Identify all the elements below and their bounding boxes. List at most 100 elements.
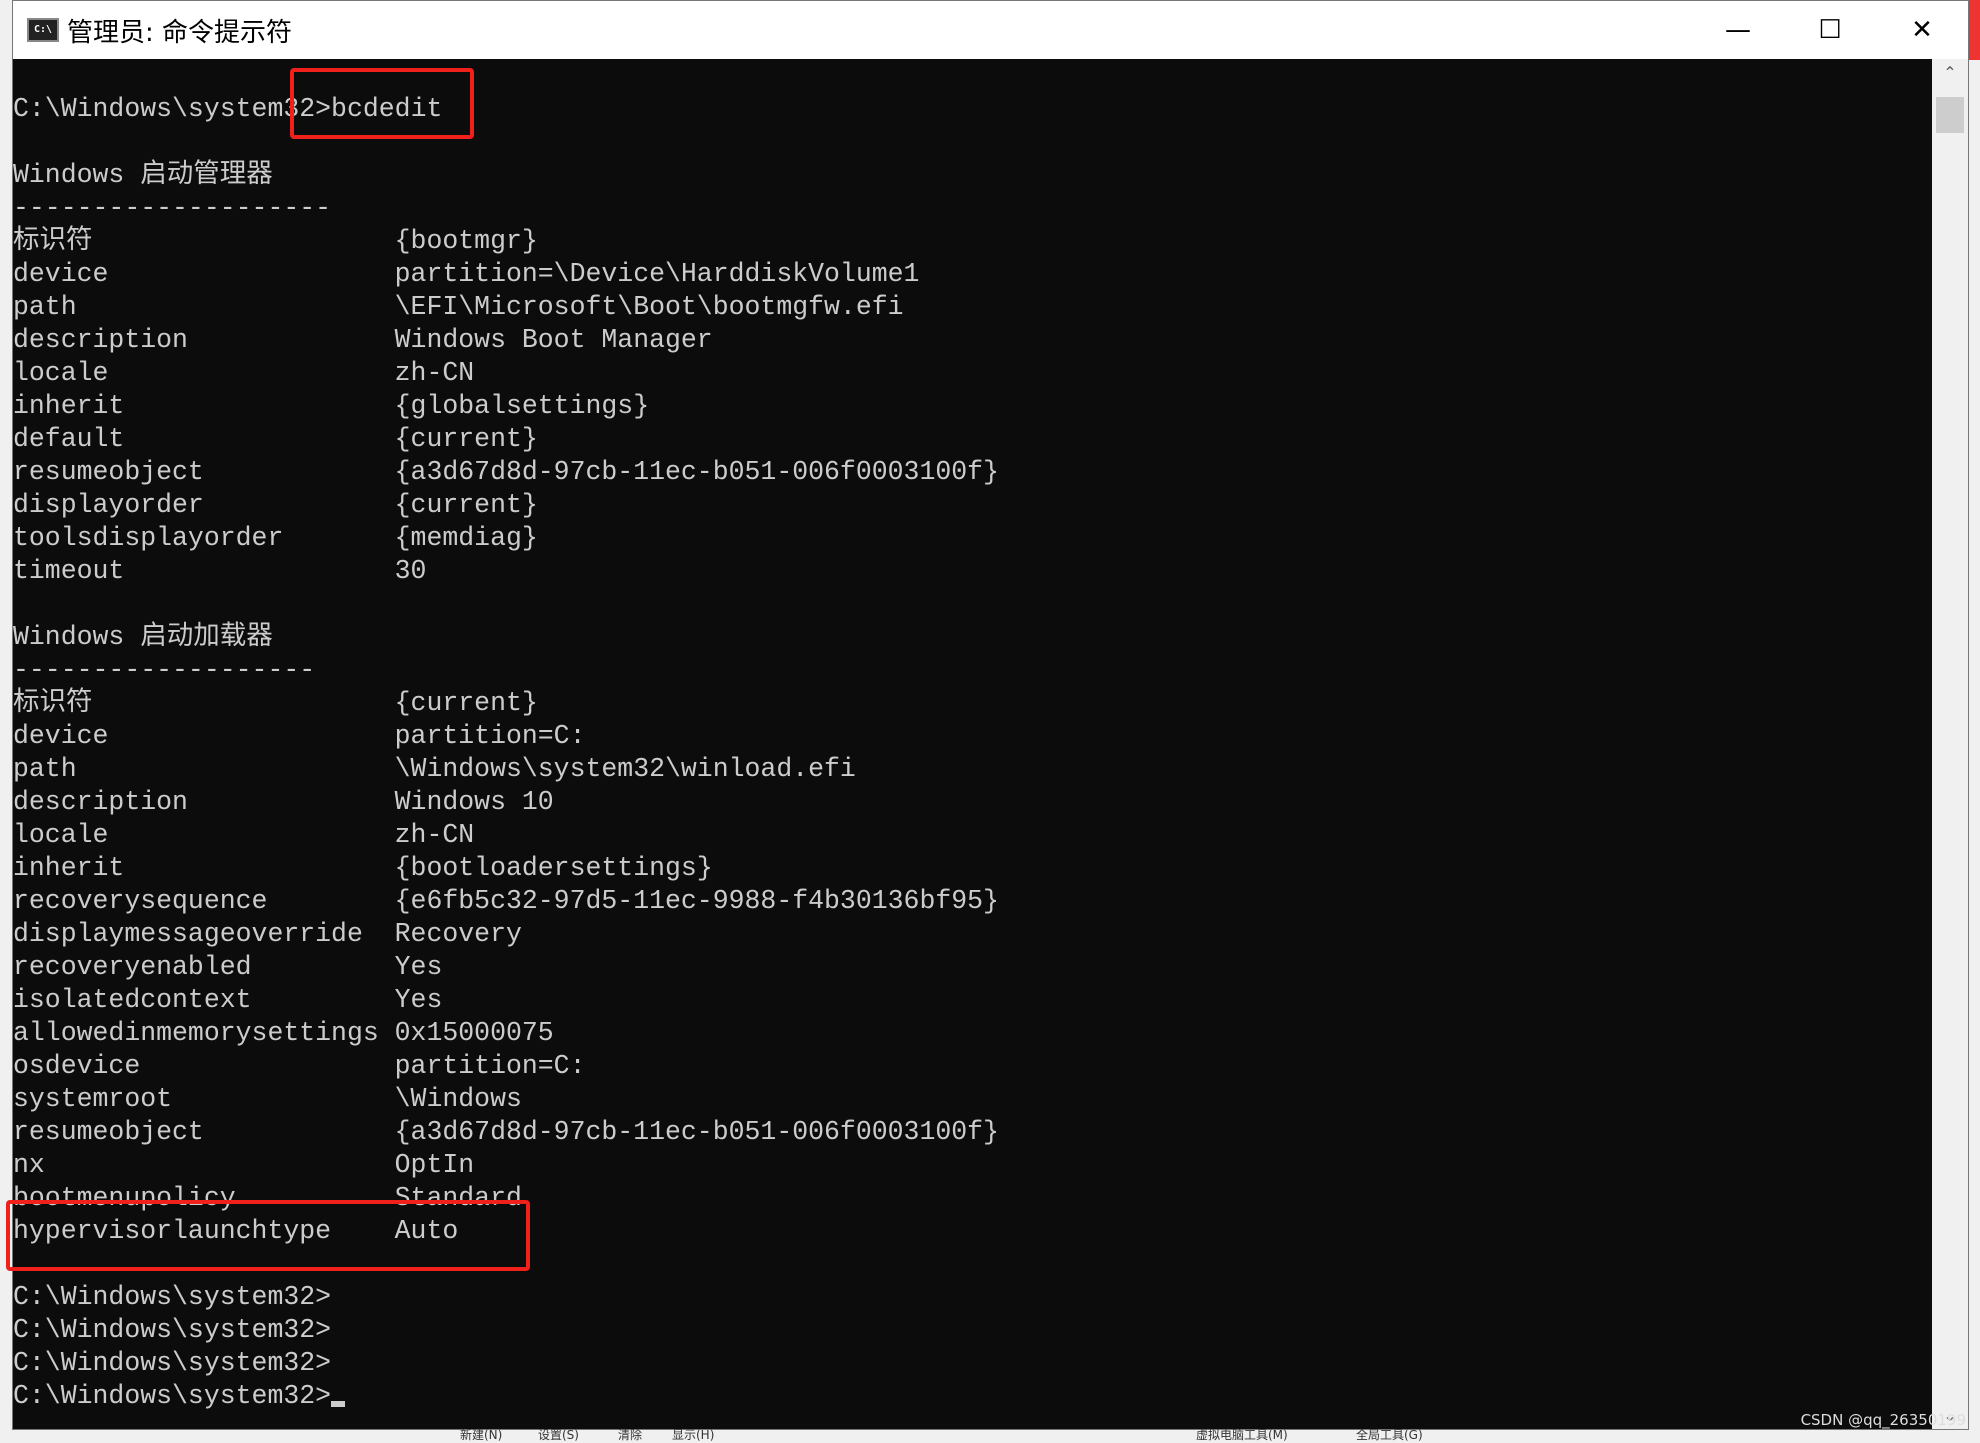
property-value: Windows Boot Manager (394, 325, 713, 355)
console-line: locale zh-CN (13, 819, 1931, 852)
console-line: osdevice partition=C: (13, 1050, 1931, 1083)
text-cursor (331, 1401, 346, 1407)
console-line: device partition=\Device\HarddiskVolume1 (13, 258, 1931, 291)
scrollbar[interactable]: ⌃ ⌄ (1932, 59, 1968, 1429)
property-value: {current} (394, 424, 538, 454)
console-line: inherit {globalsettings} (13, 390, 1931, 423)
property-value: {globalsettings} (394, 391, 650, 421)
console-line: path \Windows\system32\winload.efi (13, 753, 1931, 786)
property-value: 0x15000075 (394, 1018, 554, 1048)
property-value: \EFI\Microsoft\Boot\bootmgfw.efi (394, 292, 904, 322)
property-name: device (13, 721, 109, 751)
background-window (1968, 0, 1980, 60)
close-button[interactable]: ✕ (1876, 1, 1968, 59)
property-name: inherit (13, 391, 125, 421)
property-name: toolsdisplayorder (13, 523, 284, 553)
console-line: description Windows 10 (13, 786, 1931, 819)
property-value: Recovery (394, 919, 522, 949)
property-name: 标识符 (13, 688, 93, 718)
property-value: {bootloadersettings} (394, 853, 713, 883)
console-line: locale zh-CN (13, 357, 1931, 390)
property-name: description (13, 325, 188, 355)
console-line: systemroot \Windows (13, 1083, 1931, 1116)
property-name: device (13, 259, 109, 289)
console-line: inherit {bootloadersettings} (13, 852, 1931, 885)
property-name: timeout (13, 556, 125, 586)
property-name: allowedinmemorysettings (13, 1018, 379, 1048)
console-line: C:\Windows\system32> (13, 1380, 1931, 1413)
menu-item: 全局工具(G) (1356, 1428, 1423, 1442)
console-text: Windows 启动加载器 (13, 622, 273, 652)
property-name: systemroot (13, 1084, 173, 1114)
console-line: timeout 30 (13, 555, 1931, 588)
watermark: CSDN @qq_26350199 (1800, 1411, 1966, 1429)
console-line: C:\Windows\system32> (13, 1281, 1931, 1314)
console-line: C:\Windows\system32> (13, 1347, 1931, 1380)
console-text: C:\Windows\system32> (13, 1315, 332, 1345)
console-text: ------------------- (13, 655, 316, 685)
property-name: inherit (13, 853, 125, 883)
console-line: path \EFI\Microsoft\Boot\bootmgfw.efi (13, 291, 1931, 324)
property-name: displayorder (13, 490, 204, 520)
scroll-up-icon[interactable]: ⌃ (1932, 63, 1968, 82)
property-value: Yes (394, 985, 443, 1015)
property-name: 标识符 (13, 226, 93, 256)
property-name: recoveryenabled (13, 952, 252, 982)
maximize-button[interactable]: ☐ (1784, 1, 1876, 59)
property-value: 30 (394, 556, 427, 586)
property-value: zh-CN (394, 820, 475, 850)
minimize-button[interactable]: — (1692, 1, 1784, 59)
console-line: resumeobject {a3d67d8d-97cb-11ec-b051-006… (13, 1116, 1931, 1149)
menu-item: 虚拟电脑工具(M) (1196, 1428, 1288, 1442)
console-text: -------------------- (13, 193, 332, 223)
property-name: description (13, 787, 188, 817)
property-value: \Windows\system32\winload.efi (394, 754, 856, 784)
menu-item: 显示(H) (672, 1428, 715, 1442)
property-value: {memdiag} (394, 523, 538, 553)
console-line: allowedinmemorysettings 0x15000075 (13, 1017, 1931, 1050)
property-value: {a3d67d8d-97cb-11ec-b051-006f0003100f} (394, 457, 999, 487)
property-value: Yes (394, 952, 443, 982)
property-value: \Windows (394, 1084, 522, 1114)
console-text: C:\Windows\system32> (13, 1348, 332, 1378)
property-value: partition=\Device\HarddiskVolume1 (394, 259, 920, 289)
property-value: zh-CN (394, 358, 475, 388)
console-line: Windows 启动管理器 (13, 159, 1931, 192)
console-line: recoveryenabled Yes (13, 951, 1931, 984)
console-line: ------------------- (13, 654, 1931, 687)
console-line: isolatedcontext Yes (13, 984, 1931, 1017)
property-name: locale (13, 820, 109, 850)
console-line: description Windows Boot Manager (13, 324, 1931, 357)
property-name: osdevice (13, 1051, 141, 1081)
property-name: path (13, 754, 77, 784)
property-value: {current} (394, 490, 538, 520)
menu-item: 新建(N) (460, 1428, 503, 1442)
console-text: C:\Windows\system32> (13, 1381, 332, 1411)
property-name: recoverysequence (13, 886, 268, 916)
menu-item: 清除 (618, 1428, 643, 1442)
menu-item: 设置(S) (538, 1428, 579, 1442)
property-value: {a3d67d8d-97cb-11ec-b051-006f0003100f} (394, 1117, 999, 1147)
console-line: default {current} (13, 423, 1931, 456)
property-name: locale (13, 358, 109, 388)
property-value: {current} (394, 688, 538, 718)
window-title: 管理员: 命令提示符 (67, 17, 293, 48)
console-line: 标识符 {current} (13, 687, 1931, 720)
property-name: default (13, 424, 125, 454)
property-name: displaymessageoverride (13, 919, 363, 949)
console-line: C:\Windows\system32> (13, 1314, 1931, 1347)
scrollbar-thumb[interactable] (1936, 97, 1964, 133)
property-name: resumeobject (13, 1117, 204, 1147)
cmd-icon: C:\ (27, 18, 59, 42)
property-value: {e6fb5c32-97d5-11ec-9988-f4b30136bf95} (394, 886, 999, 916)
console-line: -------------------- (13, 192, 1931, 225)
property-value: OptIn (394, 1150, 475, 1180)
background-menu: 新建(N) 设置(S) 清除 显示(H) 虚拟电脑工具(M) 全局工具(G) (0, 1428, 1980, 1442)
title-bar: C:\ 管理员: 命令提示符 — ☐ ✕ (13, 1, 1968, 59)
console-line: resumeobject {a3d67d8d-97cb-11ec-b051-006… (13, 456, 1931, 489)
console-line: 标识符 {bootmgr} (13, 225, 1931, 258)
property-name: resumeobject (13, 457, 204, 487)
property-value: {bootmgr} (394, 226, 538, 256)
highlight-box-command (290, 68, 474, 139)
console-line: device partition=C: (13, 720, 1931, 753)
